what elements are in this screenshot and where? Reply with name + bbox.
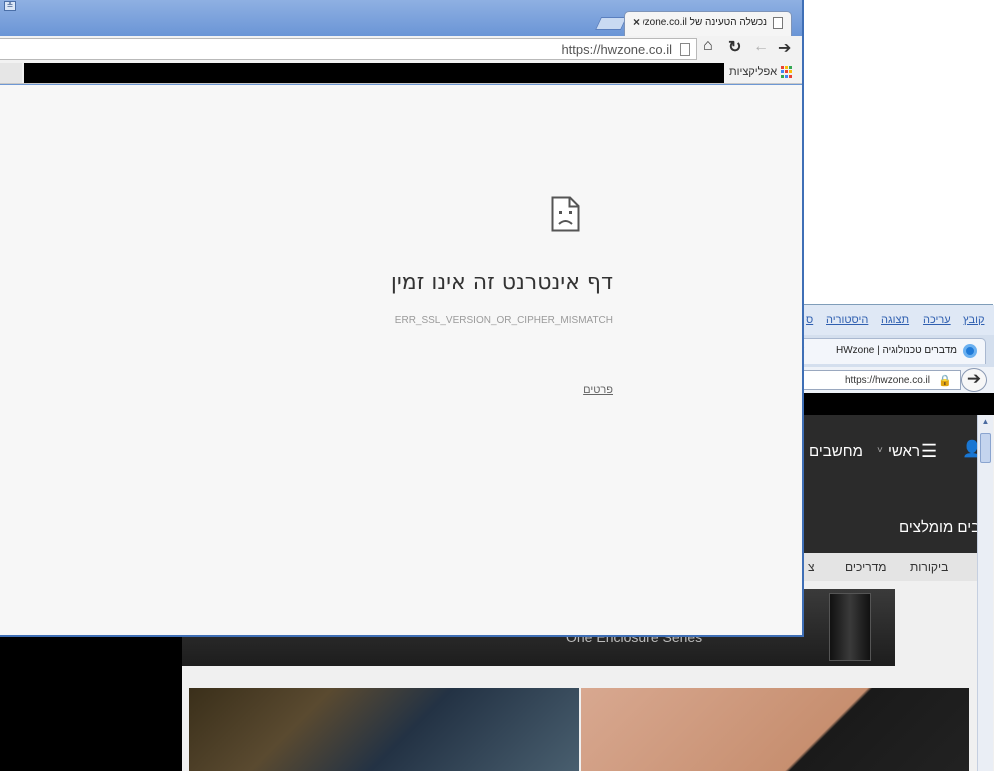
close-tab-icon[interactable]: × — [633, 15, 640, 29]
profile-icon[interactable]: ≗ — [4, 1, 16, 11]
nav-computers[interactable]: מחשבים — [809, 443, 863, 460]
article-thumbnail-tablet[interactable] — [581, 688, 969, 771]
apps-grid-dot — [789, 70, 792, 74]
error-title: דף אינטרנט זה אינו זמין — [390, 270, 613, 295]
apps-grid-dot — [785, 70, 788, 74]
scroll-thumb[interactable] — [980, 433, 991, 463]
details-link[interactable]: פרטים — [560, 384, 613, 396]
apps-grid-dot — [781, 74, 784, 78]
address-bar[interactable]: https://hwzone.co.il 🔒 — [801, 370, 961, 390]
desktop: קובץ עריכה תצוגה היסטוריה ס HWzone | מדב… — [0, 0, 1000, 771]
error-code: ERR_SSL_VERSION_OR_CIPHER_MISMATCH — [394, 315, 613, 326]
bookmarks-bar-edge — [0, 63, 22, 83]
subnav-reviews[interactable]: ביקורות — [910, 560, 948, 574]
menu-edit[interactable]: עריכה — [923, 314, 951, 326]
back-arrow-icon[interactable]: ← — [753, 38, 769, 56]
chevron-down-icon: ˅ — [877, 445, 883, 456]
forward-arrow-icon[interactable]: ➔ — [778, 38, 791, 58]
address-bar[interactable]: https://hwzone.co.il — [0, 38, 697, 60]
menu-file[interactable]: קובץ — [963, 314, 984, 326]
error-page: דף אינטרנט זה אינו זמין ERR_SSL_VERSION_… — [0, 85, 802, 635]
subnav-partial[interactable]: צ — [808, 560, 815, 574]
new-tab-button[interactable] — [594, 17, 628, 30]
apps-grid-dot — [781, 66, 784, 69]
reload-icon[interactable]: ↻ — [728, 37, 741, 57]
apps-grid-icon[interactable] — [781, 66, 793, 78]
forward-button[interactable]: ➔ — [961, 368, 987, 392]
tab-title: HWzone | מדברים טכנולוגיה — [835, 345, 957, 356]
apps-grid-dot — [781, 70, 784, 74]
tab-hwzone[interactable]: HWzone | מדברים טכנולוגיה × — [791, 338, 986, 364]
title-bar: ≗ נכשלה הטעינה של https://hwzone.co.il/ … — [0, 0, 802, 36]
article-thumbnail-space[interactable] — [189, 688, 579, 771]
hamburger-menu-icon[interactable]: ☰ — [921, 441, 937, 462]
tab-title: נכשלה הטעינה של https://hwzone.co.il/ — [643, 17, 767, 28]
url-text: https://hwzone.co.il — [561, 42, 672, 57]
apps-grid-dot — [789, 66, 792, 69]
tab-error-page[interactable]: נכשלה הטעינה של https://hwzone.co.il/ × — [624, 11, 792, 36]
menu-view[interactable]: תצוגה — [881, 314, 909, 326]
foreground-browser-window[interactable]: ≗ נכשלה הטעינה של https://hwzone.co.il/ … — [0, 0, 804, 637]
apps-grid-dot — [785, 66, 788, 69]
home-icon[interactable]: ⌂ — [703, 37, 713, 55]
apps-shortcut-label[interactable]: אפליקציות — [729, 66, 777, 78]
subnav-guides[interactable]: מדריכים — [845, 560, 887, 574]
menu-bookmarks-partial[interactable]: ס — [806, 314, 813, 326]
recommended-heading[interactable]: ובים מומלצים — [899, 519, 984, 536]
nav-home[interactable]: ראשי — [888, 443, 920, 460]
bookmarks-redacted — [24, 63, 724, 83]
menu-history[interactable]: היסטוריה — [826, 314, 868, 326]
apps-grid-dot — [785, 74, 788, 78]
scroll-up-arrow-icon[interactable]: ▲ — [979, 417, 992, 430]
desktop-background — [0, 636, 182, 771]
site-favicon-icon — [963, 344, 977, 358]
page-icon — [680, 43, 690, 56]
lock-warning-icon[interactable]: 🔒 — [938, 374, 952, 387]
sad-document-icon — [551, 196, 580, 232]
bookmarks-bar: אפליקציות — [0, 62, 802, 84]
vertical-scrollbar[interactable]: ▲ — [977, 415, 993, 771]
apps-grid-dot — [789, 74, 792, 78]
pc-case-image — [829, 593, 871, 661]
document-icon — [773, 17, 783, 29]
user-icon[interactable]: 👤 — [962, 442, 982, 458]
url-text: https://hwzone.co.il — [844, 375, 930, 386]
toolbar: ➔ ← ↻ ⌂ https://hwzone.co.il — [0, 36, 802, 62]
